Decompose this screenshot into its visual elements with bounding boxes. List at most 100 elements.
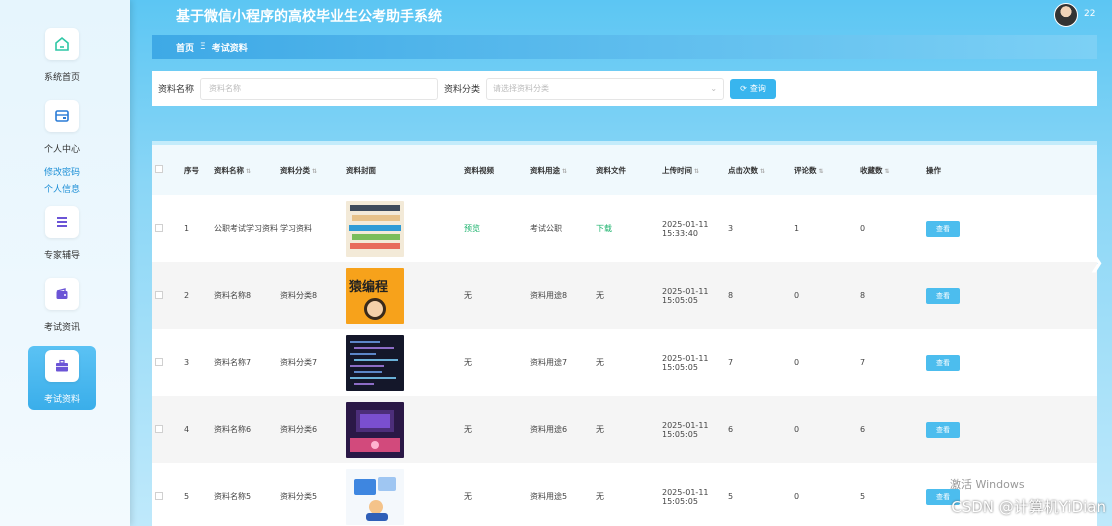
cell-cover <box>346 329 464 396</box>
username[interactable]: 22 <box>1084 9 1095 19</box>
cell-category: 资料分类5 <box>280 463 346 526</box>
sort-icon: ⇅ <box>884 167 890 175</box>
cell-favorites: 0 <box>860 195 926 262</box>
cell-category: 资料分类7 <box>280 329 346 396</box>
cell-comments: 0 <box>794 262 860 329</box>
cell-clicks: 8 <box>728 262 794 329</box>
table-row: 1 公职考试学习资料 学习资料 预览 考试公职 下载 2025-01-11 15… <box>152 195 1097 262</box>
materials-table: 序号 资料名称 ⇅ 资料分类 ⇅ 资料封面 资料视频 资料用途 ⇅ 资料文件 上传时间… <box>152 141 1097 526</box>
cell-time: 2025-01-11 15:33:40 <box>662 195 728 262</box>
cell-file: 无 <box>596 396 662 463</box>
view-button[interactable]: 查看 <box>926 354 960 371</box>
header-index: 序号 <box>184 165 199 175</box>
download-link[interactable]: 下载 <box>596 224 612 233</box>
preview-link[interactable]: 预览 <box>464 224 480 233</box>
cell-usage: 资料用途5 <box>530 463 596 526</box>
name-placeholder: 资料名称 <box>209 84 242 93</box>
cell-index: 2 <box>184 262 214 329</box>
cell-clicks: 5 <box>728 463 794 526</box>
cell-video: 无 <box>464 396 530 463</box>
cell-comments: 0 <box>794 463 860 526</box>
view-button[interactable]: 查看 <box>926 421 960 438</box>
view-button[interactable]: 查看 <box>926 287 960 304</box>
row-checkbox[interactable] <box>155 357 163 366</box>
sidebar-item-expert[interactable]: 专家辅导 <box>28 206 96 270</box>
row-checkbox[interactable] <box>155 290 163 299</box>
category-select[interactable]: 请选择资料分类 ⌄ <box>486 77 725 100</box>
header-name[interactable]: 资料名称 ⇅ <box>214 145 280 195</box>
cell-actions: 查看 <box>926 396 1097 463</box>
cell-file: 无 <box>596 329 662 396</box>
sort-icon: ⇅ <box>694 167 700 175</box>
submenu-personal-info[interactable]: 个人信息 <box>44 182 80 195</box>
row-checkbox[interactable] <box>155 223 163 232</box>
cell-cover <box>346 396 464 463</box>
sidebar-item-label: 考试资料 <box>43 395 80 405</box>
cell-name: 公职考试学习资料 <box>214 195 280 262</box>
sort-icon: ⇅ <box>818 167 824 175</box>
breadcrumb-separator: Ξ <box>200 42 206 52</box>
sidebar-item-news[interactable]: 考试资讯 <box>28 278 96 342</box>
submenu-change-password[interactable]: 修改密码 <box>44 165 80 178</box>
csdn-watermark: CSDN @计算机YiDian <box>951 498 1106 516</box>
sidebar: 系统首页 个人中心 修改密码 个人信息 专家辅导 考试资讯 考试资料 <box>0 0 130 526</box>
header-clicks[interactable]: 点击次数 ⇅ <box>728 145 794 195</box>
select-all-checkbox[interactable] <box>155 165 163 173</box>
cover-logo-text: 猿编程 <box>349 279 389 295</box>
sidebar-item-profile[interactable]: 个人中心 <box>28 100 96 164</box>
breadcrumb-home[interactable]: 首页 <box>176 41 194 54</box>
sort-icon: ⇅ <box>246 167 252 175</box>
app-title: 基于微信小程序的高校毕业生公考助手系统 <box>176 9 442 25</box>
sidebar-item-label: 个人中心 <box>43 145 80 155</box>
cell-video: 无 <box>464 262 530 329</box>
cell-cover <box>346 195 464 262</box>
cell-usage: 资料用途7 <box>530 329 596 396</box>
cell-index: 4 <box>184 396 214 463</box>
name-label: 资料名称 <box>158 85 195 95</box>
cell-name: 资料名称7 <box>214 329 280 396</box>
sidebar-item-label: 考试资讯 <box>43 323 80 333</box>
cell-file: 无 <box>596 463 662 526</box>
avatar[interactable] <box>1054 3 1078 27</box>
search-icon: ⟳ <box>740 84 747 93</box>
header-comments[interactable]: 评论数 ⇅ <box>794 145 860 195</box>
cell-video: 预览 <box>464 195 530 262</box>
row-checkbox[interactable] <box>155 491 163 500</box>
cell-comments: 0 <box>794 329 860 396</box>
cell-cover: 猿编程 <box>346 262 464 329</box>
chevron-right-icon[interactable]: ❯ <box>1089 252 1104 273</box>
cell-index: 1 <box>184 195 214 262</box>
sidebar-item-home[interactable]: 系统首页 <box>28 28 96 92</box>
cell-index: 5 <box>184 463 214 526</box>
cell-usage: 考试公职 <box>530 195 596 262</box>
cell-usage: 资料用途6 <box>530 396 596 463</box>
cell-time: 2025-01-11 15:05:05 <box>662 396 728 463</box>
cell-clicks: 6 <box>728 396 794 463</box>
cell-time: 2025-01-11 15:05:05 <box>662 463 728 526</box>
list-icon <box>45 206 79 238</box>
row-checkbox[interactable] <box>155 424 163 433</box>
cell-file: 无 <box>596 262 662 329</box>
name-input[interactable]: 资料名称 <box>200 77 439 100</box>
header-actions: 操作 <box>926 165 941 175</box>
chevron-down-icon: ⌄ <box>710 84 718 93</box>
search-button[interactable]: ⟳ 查询 <box>730 78 777 99</box>
cell-usage: 资料用途8 <box>530 262 596 329</box>
cell-favorites: 8 <box>860 262 926 329</box>
cell-actions: 查看 <box>926 329 1097 396</box>
breadcrumb-current: 考试资料 <box>211 43 248 54</box>
sidebar-item-materials[interactable]: 考试资料 <box>28 346 96 410</box>
view-button[interactable]: 查看 <box>926 220 960 237</box>
cell-clicks: 3 <box>728 195 794 262</box>
header-time[interactable]: 上传时间 ⇅ <box>662 145 728 195</box>
cover-image <box>346 468 404 525</box>
cover-image: 猿编程 <box>346 267 404 324</box>
cover-image <box>346 200 404 257</box>
header-category[interactable]: 资料分类 ⇅ <box>280 145 346 195</box>
cell-favorites: 7 <box>860 329 926 396</box>
header-favorites[interactable]: 收藏数 ⇅ <box>860 145 926 195</box>
card-icon <box>45 100 79 132</box>
cell-favorites: 5 <box>860 463 926 526</box>
sort-icon: ⇅ <box>312 167 318 175</box>
header-usage[interactable]: 资料用途 ⇅ <box>530 145 596 195</box>
